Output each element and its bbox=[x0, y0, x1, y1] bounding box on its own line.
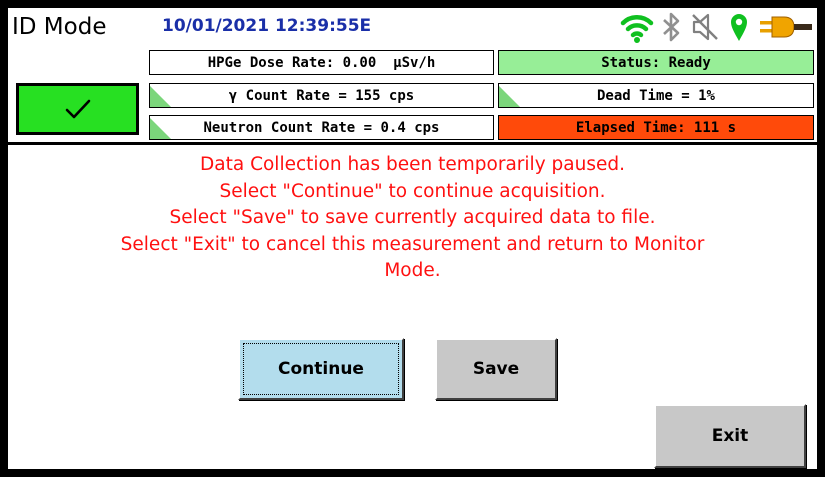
status-text: Status: Ready bbox=[601, 54, 711, 71]
pause-message: Data Collection has been temporarily pau… bbox=[8, 152, 817, 285]
checkmark-icon bbox=[65, 99, 90, 119]
neutron-rate-text: Neutron Count Rate = 0.4 cps bbox=[203, 119, 440, 136]
message-line: Select "Save" to save currently acquired… bbox=[169, 207, 656, 228]
screen: ID Mode 10/01/2021 12:39:55E HPGe Dose R… bbox=[8, 8, 817, 469]
speaker-muted-icon bbox=[692, 13, 718, 41]
dead-time-indicator-triangle bbox=[499, 86, 520, 107]
continue-button[interactable]: Continue bbox=[238, 338, 404, 400]
location-pin-icon bbox=[731, 14, 747, 41]
gamma-rate-text: γ Count Rate = 155 cps bbox=[228, 87, 415, 104]
gamma-rate-readout: γ Count Rate = 155 cps bbox=[149, 83, 494, 108]
confirm-button[interactable] bbox=[16, 83, 139, 135]
wifi-icon bbox=[620, 15, 654, 43]
datetime: 10/01/2021 12:39:55E bbox=[162, 16, 372, 36]
mode-title: ID Mode bbox=[12, 14, 107, 40]
gamma-indicator-triangle bbox=[150, 86, 171, 107]
neutron-rate-readout: Neutron Count Rate = 0.4 cps bbox=[149, 115, 494, 140]
message-line: Select "Continue" to continue acquisitio… bbox=[219, 180, 606, 202]
status-icons bbox=[620, 10, 816, 48]
message-line: Mode. bbox=[384, 260, 441, 281]
header-divider bbox=[8, 142, 817, 145]
status-indicator: Status: Ready bbox=[498, 50, 814, 75]
power-plug-icon bbox=[760, 16, 812, 38]
dose-rate-text: HPGe Dose Rate: 0.00 µSv/h bbox=[207, 54, 436, 71]
dose-rate-readout: HPGe Dose Rate: 0.00 µSv/h bbox=[149, 50, 494, 75]
message-line: Select "Exit" to cancel this measurement… bbox=[120, 233, 705, 255]
message-line: Data Collection has been temporarily pau… bbox=[200, 154, 625, 175]
save-button[interactable]: Save bbox=[435, 338, 557, 400]
exit-button[interactable]: Exit bbox=[654, 404, 806, 468]
elapsed-time-text: Elapsed Time: 111 s bbox=[575, 119, 737, 136]
dead-time-text: Dead Time = 1% bbox=[596, 87, 715, 104]
bluetooth-icon bbox=[663, 12, 680, 42]
dead-time-readout: Dead Time = 1% bbox=[498, 83, 814, 108]
elapsed-time-readout: Elapsed Time: 111 s bbox=[498, 115, 814, 140]
neutron-indicator-triangle bbox=[150, 118, 171, 139]
